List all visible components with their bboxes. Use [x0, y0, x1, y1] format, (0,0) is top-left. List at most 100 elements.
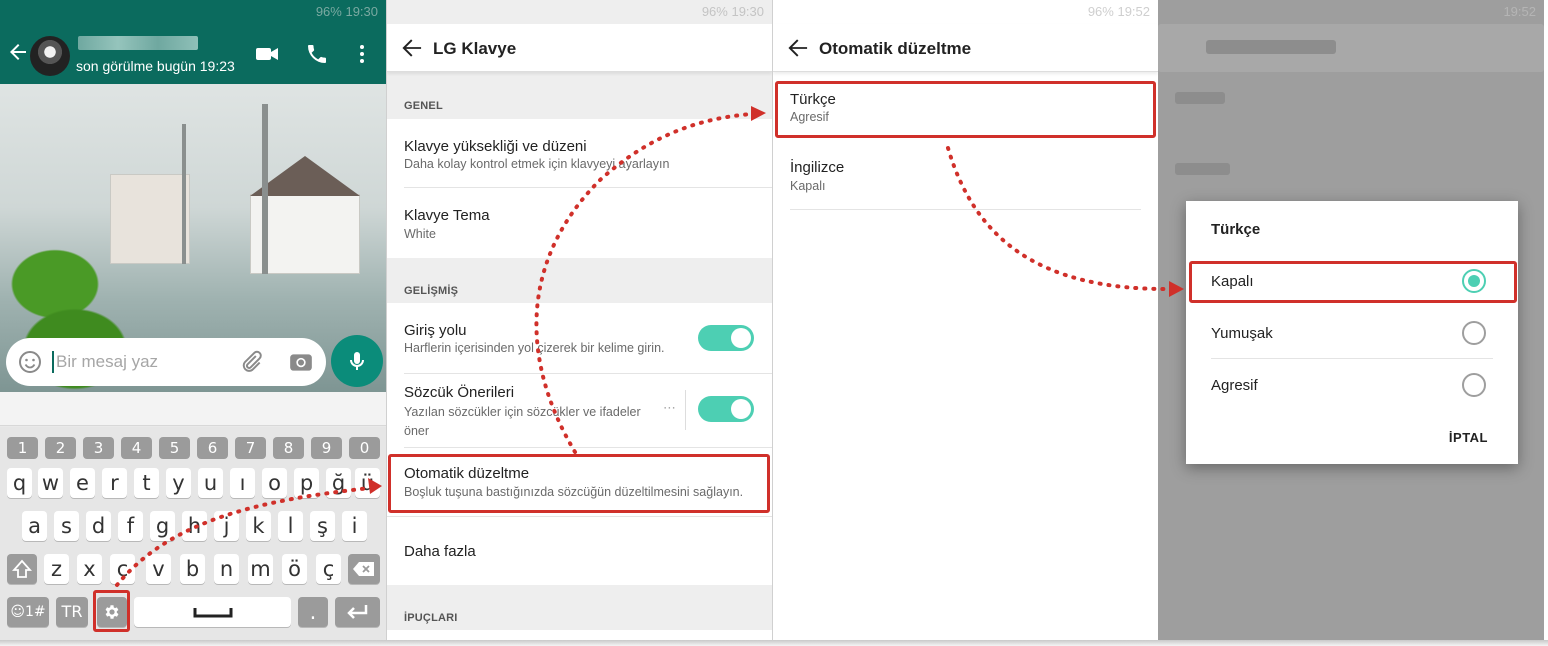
key-y[interactable]: y — [166, 468, 191, 498]
language-key[interactable]: TR — [56, 597, 88, 627]
symbols-key[interactable]: ☺1# — [7, 597, 49, 627]
key-i[interactable]: i — [342, 511, 367, 541]
key-h[interactable]: h — [182, 511, 207, 541]
app-bar: LG Klavye — [387, 24, 772, 72]
key-o-umlaut[interactable]: ö — [282, 554, 307, 584]
setting-title: Sözcük Önerileri — [404, 384, 515, 401]
option-aggressive[interactable]: Agresif — [1186, 365, 1518, 409]
back-arrow-icon[interactable] — [787, 38, 809, 58]
key-p[interactable]: p — [294, 468, 319, 498]
avatar[interactable] — [30, 36, 70, 76]
key-a[interactable]: a — [22, 511, 47, 541]
key-u[interactable]: u — [198, 468, 223, 498]
key-r[interactable]: r — [102, 468, 127, 498]
toggle-knob — [731, 399, 751, 419]
microphone-icon — [350, 352, 364, 370]
back-arrow-icon[interactable] — [6, 40, 30, 64]
page-title: LG Klavye — [433, 39, 517, 58]
more-dots-icon[interactable]: ⋯ — [663, 400, 676, 416]
advanced-card: Giriş yolu Harflerin içerisinden yol çiz… — [387, 303, 772, 585]
key-s[interactable]: s — [54, 511, 79, 541]
key-f[interactable]: f — [118, 511, 143, 541]
key-n[interactable]: n — [214, 554, 239, 584]
setting-subtitle: Daha kolay kontrol etmek için klavyeyi a… — [404, 157, 670, 171]
whatsapp-keyboard-panel: 96% 19:30 son görülme bugün 19:23 Bir me… — [0, 0, 386, 640]
section-general: GENEL — [404, 100, 443, 112]
space-key[interactable] — [134, 597, 291, 627]
turkish-highlight — [775, 81, 1156, 138]
key-1[interactable]: 1 — [7, 437, 38, 459]
period-key[interactable]: . — [298, 597, 328, 627]
option-label: Yumuşak — [1211, 325, 1273, 342]
setting-keyboard-theme[interactable]: Klavye Tema White — [387, 188, 772, 258]
last-seen-text: son görülme bugün 19:23 — [76, 58, 235, 74]
setting-word-suggestions[interactable]: Sözcük Önerileri Yazılan sözcükler için … — [387, 374, 772, 447]
key-8[interactable]: 8 — [273, 437, 304, 459]
phone-call-icon[interactable] — [304, 42, 330, 66]
more-options-icon[interactable] — [350, 42, 374, 66]
enter-key[interactable] — [335, 597, 380, 627]
key-l[interactable]: l — [278, 511, 303, 541]
key-o[interactable]: o — [262, 468, 287, 498]
key-4[interactable]: 4 — [121, 437, 152, 459]
shift-key[interactable] — [7, 554, 37, 584]
dialog-title: Türkçe — [1211, 221, 1261, 238]
radio-unselected-icon[interactable] — [1462, 373, 1486, 397]
key-3[interactable]: 3 — [83, 437, 114, 459]
key-t[interactable]: t — [134, 468, 159, 498]
off-option-highlight — [1189, 261, 1517, 303]
setting-gesture-typing[interactable]: Giriş yolu Harflerin içerisinden yol çiz… — [387, 303, 772, 373]
key-c-cedilla[interactable]: ç — [316, 554, 341, 584]
voice-message-button[interactable] — [331, 335, 383, 387]
message-input[interactable]: Bir mesaj yaz — [56, 352, 158, 372]
video-call-icon[interactable] — [254, 42, 280, 66]
message-composer[interactable]: Bir mesaj yaz — [6, 338, 326, 386]
key-j[interactable]: j — [214, 511, 239, 541]
key-m[interactable]: m — [248, 554, 273, 584]
key-e[interactable]: e — [70, 468, 95, 498]
key-s-cedilla[interactable]: ş — [310, 511, 335, 541]
key-c[interactable]: c — [110, 554, 135, 584]
setting-keyboard-height[interactable]: Klavye yüksekliği ve düzeni Daha kolay k… — [387, 119, 772, 188]
key-g[interactable]: g — [150, 511, 175, 541]
emoji-icon[interactable] — [18, 350, 42, 374]
key-6[interactable]: 6 — [197, 437, 228, 459]
text-caret — [52, 351, 54, 373]
attachment-icon[interactable] — [238, 349, 264, 375]
radio-unselected-icon[interactable] — [1462, 321, 1486, 345]
key-w[interactable]: w — [38, 468, 63, 498]
key-0[interactable]: 0 — [349, 437, 380, 459]
back-arrow-icon[interactable] — [401, 38, 423, 58]
setting-title: Klavye yüksekliği ve düzeni — [404, 138, 587, 155]
key-b[interactable]: b — [180, 554, 205, 584]
status-bar: 96% 19:30 — [701, 4, 764, 19]
key-5[interactable]: 5 — [159, 437, 190, 459]
camera-icon[interactable] — [288, 349, 314, 375]
status-bar: 96% 19:52 — [1087, 4, 1150, 19]
key-9[interactable]: 9 — [311, 437, 342, 459]
autocorrect-panel: 96% 19:52 Otomatik düzeltme Türkçe Agres… — [772, 0, 1158, 640]
key-q[interactable]: q — [7, 468, 32, 498]
setting-subtitle: Harflerin içerisinden yol çizerek bir ke… — [404, 341, 665, 355]
key-dotless-i[interactable]: ı — [230, 468, 255, 498]
key-x[interactable]: x — [77, 554, 102, 584]
backspace-key[interactable] — [348, 554, 380, 584]
gesture-typing-toggle[interactable] — [698, 325, 754, 351]
language-english[interactable]: İngilizce Kapalı — [773, 148, 1158, 210]
setting-more[interactable]: Daha fazla — [387, 517, 772, 585]
key-u-umlaut[interactable]: ü — [355, 468, 380, 498]
key-2[interactable]: 2 — [45, 437, 76, 459]
backspace-icon — [353, 562, 374, 576]
key-g-breve[interactable]: ğ — [326, 468, 351, 498]
key-7[interactable]: 7 — [235, 437, 266, 459]
enter-icon — [346, 605, 367, 619]
word-suggestions-toggle[interactable] — [698, 396, 754, 422]
key-v[interactable]: v — [146, 554, 171, 584]
key-z[interactable]: z — [44, 554, 69, 584]
key-d[interactable]: d — [86, 511, 111, 541]
wallpaper-house-2 — [110, 174, 190, 264]
cancel-button[interactable]: İPTAL — [1449, 430, 1488, 445]
key-k[interactable]: k — [246, 511, 271, 541]
option-soft[interactable]: Yumuşak — [1186, 313, 1518, 357]
contact-name-blurred — [78, 36, 198, 50]
